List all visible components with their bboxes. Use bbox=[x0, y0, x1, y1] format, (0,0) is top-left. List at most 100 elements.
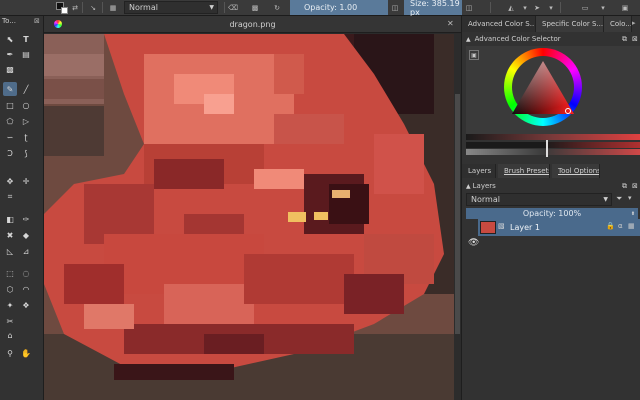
text-tool-icon[interactable]: T bbox=[19, 32, 33, 46]
blend-mode-select[interactable]: Normal ▼ bbox=[124, 1, 218, 14]
collapse-icon[interactable]: ▲ bbox=[466, 36, 471, 43]
fill-tool-icon[interactable]: ◆ bbox=[19, 228, 33, 242]
chevron-down-icon: ▼ bbox=[209, 4, 214, 11]
canvas-vertical-scrollbar[interactable] bbox=[454, 34, 461, 400]
brush-size-lock-icon[interactable]: ◫ bbox=[464, 2, 474, 13]
pan-tool-icon[interactable]: ✋ bbox=[19, 346, 33, 360]
zoom-tool-icon[interactable]: ⚲ bbox=[3, 346, 17, 360]
layer-lock-icon[interactable]: 🔒 bbox=[606, 222, 615, 230]
edit-shapes-tool-icon[interactable]: ✒ bbox=[3, 47, 17, 61]
measure-tool-icon[interactable]: ⊿ bbox=[19, 244, 33, 258]
color-history-bar[interactable] bbox=[466, 142, 640, 148]
pattern-tool-icon[interactable]: ▩ bbox=[3, 62, 17, 76]
tool-option-dropdown-icon[interactable]: ▾ bbox=[598, 2, 608, 13]
dynamic-brush-tool-icon[interactable]: Ↄ bbox=[3, 146, 17, 160]
color-triangle[interactable] bbox=[506, 56, 580, 120]
saturation-bar[interactable] bbox=[466, 134, 640, 140]
tab-advanced-color-selector[interactable]: Advanced Color S... bbox=[462, 16, 536, 32]
preserve-alpha-icon[interactable]: ▩ bbox=[250, 2, 260, 13]
crop-tool-icon[interactable]: ⌗ bbox=[3, 190, 17, 204]
similar-select-tool-icon[interactable]: ❖ bbox=[19, 298, 33, 312]
tab-label: Colo... bbox=[610, 20, 632, 28]
tab-specific-color-selector[interactable]: Specific Color S... bbox=[536, 16, 604, 32]
colorize-mask-tool-icon[interactable]: ✖ bbox=[3, 228, 17, 242]
toolbox-close-icon[interactable]: ⊠ bbox=[34, 17, 40, 25]
layer-visibility-icon[interactable]: 👁 bbox=[468, 238, 479, 248]
mirror-dropdown-icon[interactable]: ▾ bbox=[520, 2, 530, 13]
size-slider[interactable]: Size: 385.19 px bbox=[404, 0, 462, 17]
layer-inherit-alpha-icon[interactable]: ▦ bbox=[628, 222, 635, 230]
polygon-select-tool-icon[interactable]: ⬡ bbox=[3, 282, 17, 296]
layer-alpha-icon[interactable]: α bbox=[618, 222, 623, 230]
tab-color[interactable]: Colo... bbox=[604, 16, 632, 32]
right-docker: Advanced Color S... Specific Color S... … bbox=[461, 16, 640, 400]
float-panel-icon[interactable]: ⧉ bbox=[622, 35, 627, 44]
color-selector-area: ▣ bbox=[466, 46, 640, 140]
layer-filter-icon[interactable]: ⏷ bbox=[616, 194, 622, 204]
eraser-mode-icon[interactable]: ⌫ bbox=[228, 2, 238, 13]
color-history-bar-2[interactable] bbox=[466, 149, 640, 155]
magnetic-select-tool-icon[interactable]: ⌂ bbox=[3, 328, 17, 342]
layer-row[interactable]: ▧ Layer 1 🔒 α ▦ bbox=[478, 219, 640, 236]
blend-mode-value: Normal bbox=[129, 3, 158, 12]
multibrush-tool-icon[interactable]: ⟆ bbox=[19, 146, 33, 160]
color-cursor bbox=[546, 140, 548, 157]
close-panel-icon[interactable]: ⊠ bbox=[632, 35, 638, 43]
swap-colors-icon[interactable]: ⇄ bbox=[70, 2, 80, 13]
layer-opacity-label: Opacity: 100% bbox=[522, 209, 582, 218]
gradient-icon[interactable]: ↘ bbox=[88, 2, 98, 13]
layer-opacity-spin-icon[interactable]: ⬍ bbox=[628, 208, 638, 219]
lock-icon[interactable]: ◫ bbox=[390, 2, 400, 13]
move-tool-icon[interactable]: ✥ bbox=[3, 174, 17, 188]
float-panel-icon[interactable]: ⧉ bbox=[622, 182, 627, 191]
canvas[interactable] bbox=[44, 34, 454, 400]
freehand-select-tool-icon[interactable]: ◠ bbox=[19, 282, 33, 296]
gradient-tool-icon[interactable]: ◧ bbox=[3, 212, 17, 226]
bezier-tool-icon[interactable]: ∽ bbox=[3, 130, 17, 144]
color-settings-icon[interactable]: ▣ bbox=[469, 50, 479, 60]
wrap-around-icon[interactable]: ➤ bbox=[532, 2, 542, 13]
window-icon[interactable]: ▣ bbox=[620, 2, 630, 13]
ellipse-select-tool-icon[interactable]: ◌ bbox=[19, 266, 33, 280]
assistant-tool-icon[interactable]: ◺ bbox=[3, 244, 17, 258]
freehand-path-tool-icon[interactable]: ʈ bbox=[19, 130, 33, 144]
layer-opacity-slider[interactable]: Opacity: 100% bbox=[466, 208, 638, 219]
close-document-icon[interactable]: ✕ bbox=[447, 19, 454, 28]
tool-option-icon[interactable]: ▭ bbox=[580, 2, 590, 13]
polygon-tool-icon[interactable]: ⬠ bbox=[3, 114, 17, 128]
ellipse-tool-icon[interactable]: ○ bbox=[19, 98, 33, 112]
select-shapes-tool-icon[interactable]: ⬉ bbox=[3, 32, 17, 46]
mirror-horizontal-icon[interactable]: ◭ bbox=[506, 2, 516, 13]
rectangle-tool-icon[interactable]: □ bbox=[3, 98, 17, 112]
chevron-down-icon: ▼ bbox=[603, 196, 608, 203]
docker-menu-icon[interactable]: ▸ bbox=[632, 19, 636, 27]
transform-tool-icon[interactable]: ✛ bbox=[19, 174, 33, 188]
scrollbar-thumb[interactable] bbox=[455, 94, 460, 334]
contiguous-select-tool-icon[interactable]: ✦ bbox=[3, 298, 17, 312]
brush-tool-icon[interactable]: ✎ bbox=[3, 82, 17, 96]
tab-label: Brush Presets bbox=[504, 167, 550, 175]
background-color-swatch[interactable] bbox=[61, 7, 68, 14]
collapse-icon[interactable]: ▲ bbox=[466, 183, 471, 190]
tab-layers[interactable]: Layers bbox=[462, 164, 496, 178]
line-tool-icon[interactable]: ╱ bbox=[19, 82, 33, 96]
tab-tool-options[interactable]: Tool Options bbox=[552, 164, 600, 178]
color-picker-tool-icon[interactable]: ✑ bbox=[19, 212, 33, 226]
calligraphy-tool-icon[interactable]: ▤ bbox=[19, 47, 33, 61]
close-panel-icon[interactable]: ⊠ bbox=[632, 182, 638, 190]
layer-blend-mode-select[interactable]: Normal ▼ bbox=[466, 193, 612, 206]
wrap-dropdown-icon[interactable]: ▾ bbox=[546, 2, 556, 13]
rectangle-select-tool-icon[interactable]: ⬚ bbox=[3, 266, 17, 280]
layers-title: Layers bbox=[472, 182, 496, 190]
polyline-tool-icon[interactable]: ▷ bbox=[19, 114, 33, 128]
bezier-select-tool-icon[interactable]: ✂ bbox=[3, 314, 17, 328]
color-selector-title: Advanced Color Selector bbox=[474, 35, 561, 43]
tab-label: Layers bbox=[468, 167, 492, 175]
layer-settings-icon[interactable]: ▾ bbox=[628, 194, 632, 202]
layers-header: ▲ Layers ⧉ ⊠ bbox=[462, 180, 640, 192]
opacity-slider[interactable]: Opacity: 1.00 bbox=[290, 0, 388, 15]
tab-brush-presets[interactable]: Brush Presets bbox=[498, 164, 550, 178]
document-tab[interactable]: dragon.png bbox=[44, 16, 461, 33]
pattern-icon[interactable]: ▦ bbox=[108, 2, 118, 13]
reload-preset-icon[interactable]: ↻ bbox=[272, 2, 282, 13]
